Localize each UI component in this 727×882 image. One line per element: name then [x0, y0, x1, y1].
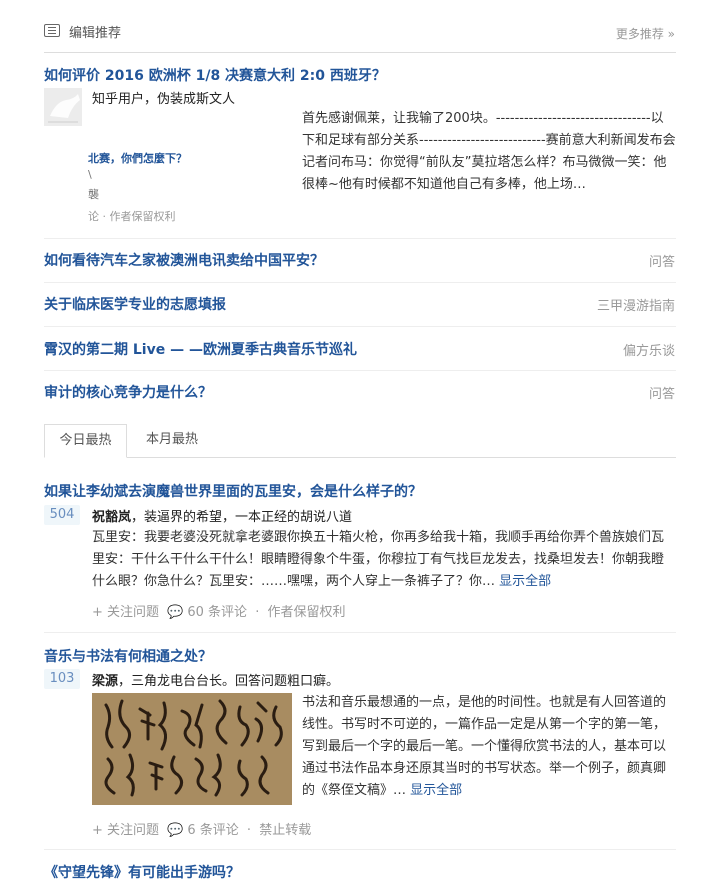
answer-author: 梁源，三角龙电台台长。回答问题粗口癖。 [92, 670, 339, 689]
vote-count[interactable]: 504 [44, 505, 80, 525]
list-item-title[interactable]: 霄汉的第二期 Live — —欧洲夏季古典音乐节巡礼 [44, 339, 357, 359]
divider [44, 632, 676, 633]
page: 编辑推荐 更多推荐 » 如何评价 2016 欧洲杯 1/8 决赛意大利 2:0 … [0, 0, 727, 882]
excerpt-text: 瓦里安：我要老婆没死就拿老婆跟你换五十箱火枪，你再多给我十箱，我顺手再给你弄个兽… [92, 530, 665, 589]
calligraphy-image[interactable] [92, 693, 292, 805]
author-bio: ，装逼界的希望，一本正经的胡说八道 [131, 510, 353, 525]
list-item-title[interactable]: 审计的核心竞争力是什么？ [44, 382, 212, 402]
author-avatar[interactable] [44, 88, 82, 126]
answer-excerpt: 书法和音乐最想通的一点，是他的时间性。也就是有人回答道的线性。书写时不可逆的，一… [302, 692, 676, 802]
copyright-note: 作者保留权利 [267, 605, 346, 620]
copyright-note: 禁止转载 [259, 823, 312, 838]
cover-meta: 论 · 作者保留权利 [88, 210, 176, 223]
answer-excerpt: 瓦里安：我要老婆没死就拿老婆跟你换五十箱火枪，你再多给我十箱，我顺手再给你弄个兽… [92, 527, 676, 593]
answer-meta: + 关注问题 💬 60 条评论 · 作者保留权利 [92, 605, 346, 620]
divider [44, 52, 676, 53]
follow-question-button[interactable]: + 关注问题 [92, 605, 159, 620]
answer-meta: + 关注问题 💬 6 条评论 · 禁止转载 [92, 823, 312, 838]
tabs-baseline [44, 457, 676, 458]
more-recommend-link[interactable]: 更多推荐 » [616, 25, 675, 42]
divider [44, 238, 676, 239]
show-all-link[interactable]: 显示全部 [499, 574, 551, 589]
author-name[interactable]: 梁源 [92, 674, 118, 689]
list-item-title[interactable]: 如何看待汽车之家被澳洲电讯卖给中国平安？ [44, 250, 324, 270]
featured-cover-image: 北赛，你們怎麼下？ \ 襲 论 · 作者保留权利 [88, 120, 293, 225]
hot-question-title[interactable]: 《守望先锋》有可能出手游吗？ [44, 862, 240, 882]
divider [44, 282, 676, 283]
show-all-link[interactable]: 显示全部 [410, 783, 462, 798]
list-item-tag[interactable]: 偏方乐谈 [623, 340, 675, 359]
tab-today-hot[interactable]: 今日最热 [44, 424, 127, 458]
featured-author: 知乎用户，伪装成斯文人 [92, 92, 236, 107]
tab-month-hot[interactable]: 本月最热 [146, 424, 198, 458]
vote-count[interactable]: 103 [44, 669, 80, 689]
divider [44, 849, 676, 850]
cover-text: \ [88, 168, 92, 181]
section-title: 编辑推荐 [69, 26, 122, 41]
comment-icon[interactable]: 💬 [167, 605, 183, 620]
comments-link[interactable]: 6 条评论 [187, 823, 238, 838]
comments-link[interactable]: 60 条评论 [187, 605, 247, 620]
list-item-title[interactable]: 关于临床医学专业的志愿填报 [44, 294, 226, 314]
list-icon [44, 24, 60, 37]
list-item-tag[interactable]: 问答 [649, 251, 675, 270]
list-item-tag[interactable]: 三甲漫游指南 [597, 295, 675, 314]
divider [44, 370, 676, 371]
featured-excerpt: 首先感谢佩莱，让我输了200块。------------------------… [302, 111, 676, 192]
comment-icon[interactable]: 💬 [167, 823, 183, 838]
hot-question-title[interactable]: 如果让李幼斌去演魔兽世界里面的瓦里安，会是什么样子的？ [44, 481, 422, 501]
excerpt-text: 书法和音乐最想通的一点，是他的时间性。也就是有人回答道的线性。书写时不可逆的，一… [302, 695, 667, 798]
hot-question-title[interactable]: 音乐与书法有何相通之处？ [44, 646, 212, 666]
cover-text: 北赛，你們怎麼下？ [88, 152, 187, 165]
author-bio: ，三角龙电台台长。回答问题粗口癖。 [118, 674, 340, 689]
list-item-tag[interactable]: 问答 [649, 383, 675, 402]
featured-question-title[interactable]: 如何评价 2016 欧洲杯 1/8 决赛意大利 2:0 西班牙？ [44, 65, 386, 85]
answer-author: 祝豁岚，装逼界的希望，一本正经的胡说八道 [92, 506, 352, 525]
follow-question-button[interactable]: + 关注问题 [92, 823, 159, 838]
cover-text: 襲 [88, 188, 99, 201]
divider [44, 326, 676, 327]
author-name[interactable]: 祝豁岚 [92, 510, 131, 525]
